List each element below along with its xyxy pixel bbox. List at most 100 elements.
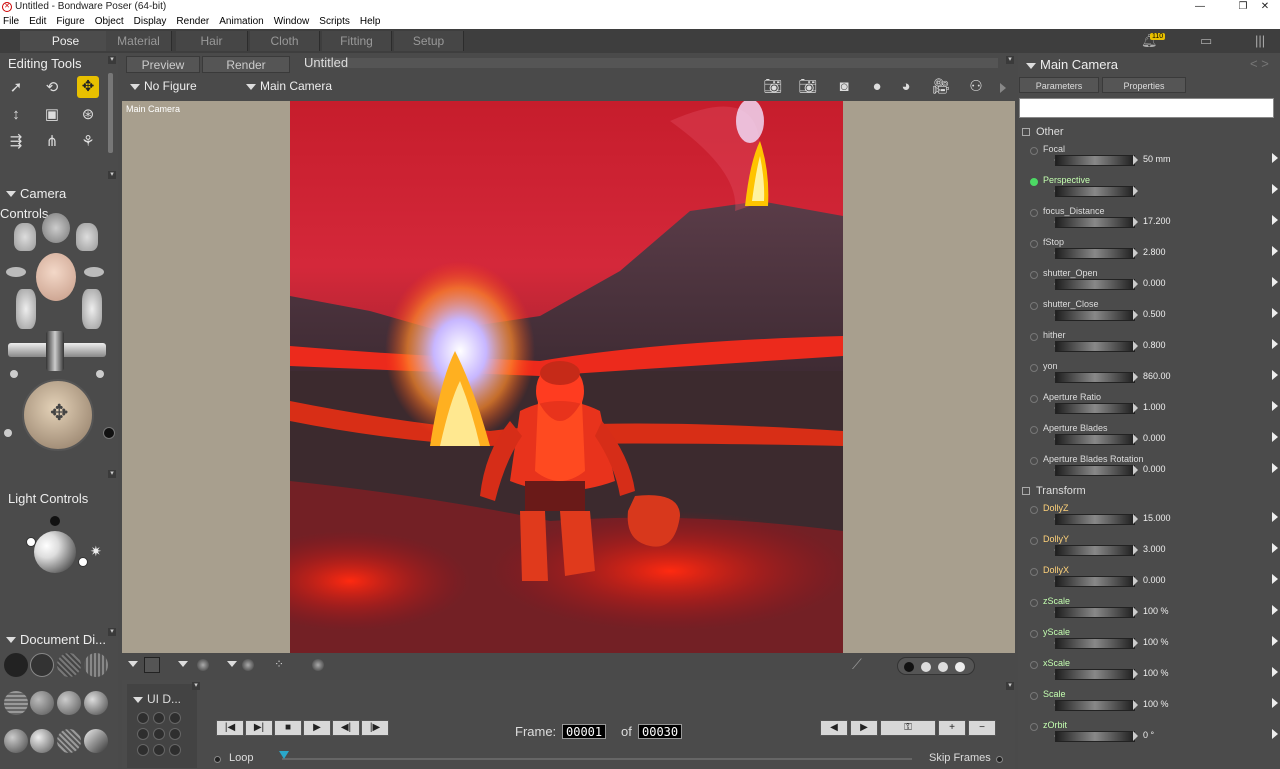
twist-tool-icon[interactable]: ⊛ <box>77 104 99 126</box>
group-other[interactable]: Other <box>1022 126 1064 138</box>
flat-shaded-style-icon[interactable] <box>30 691 54 715</box>
parameter-key-icon[interactable] <box>1030 302 1038 310</box>
increase-arrow-icon[interactable] <box>1133 514 1138 524</box>
ground-plane-icon[interactable] <box>144 657 160 673</box>
parameter-key-icon[interactable] <box>1030 364 1038 372</box>
parameter-value[interactable]: 0.000 <box>1143 278 1166 288</box>
memory-dot-icon[interactable] <box>169 728 181 740</box>
increase-arrow-icon[interactable] <box>1133 186 1138 196</box>
parameter-dial[interactable] <box>1055 576 1135 587</box>
parameter-menu-icon[interactable] <box>1272 698 1278 708</box>
parameter-dial[interactable] <box>1055 545 1135 556</box>
parameter-key-icon[interactable] <box>1030 457 1038 465</box>
hidden-line-style-icon[interactable] <box>84 653 108 677</box>
menu-scripts[interactable]: Scripts <box>319 14 350 29</box>
parameter-menu-icon[interactable] <box>1272 184 1278 194</box>
texture-shaded-style-icon[interactable] <box>4 729 28 753</box>
increase-arrow-icon[interactable] <box>1133 248 1138 258</box>
parameter-menu-icon[interactable] <box>1272 667 1278 677</box>
camera-key-left-icon[interactable] <box>6 267 26 277</box>
head-camera-icon[interactable] <box>42 213 70 243</box>
parameter-menu-icon[interactable] <box>1272 153 1278 163</box>
layout-switcher[interactable] <box>897 657 975 675</box>
increase-arrow-icon[interactable] <box>1133 669 1138 679</box>
movie-camera-icon[interactable]: 🎥︎ <box>930 78 952 96</box>
increase-arrow-icon[interactable] <box>1133 465 1138 475</box>
depth-cue-icon[interactable]: ⁘ <box>274 657 284 671</box>
dropdown-arrow-icon[interactable] <box>227 661 237 667</box>
render-dot-icon[interactable]: ● <box>866 78 888 96</box>
memory-dot-icon[interactable] <box>169 712 181 724</box>
parameter-key-icon[interactable] <box>1030 599 1038 607</box>
nav-arrows-icon[interactable]: < > <box>1250 56 1269 71</box>
parameter-value[interactable]: 2.800 <box>1143 247 1166 257</box>
tab-material[interactable]: Material <box>106 31 172 51</box>
select-tool-icon[interactable]: ➚ <box>5 77 27 99</box>
parameter-dial[interactable] <box>1055 434 1135 445</box>
tab-pose[interactable]: Pose <box>20 31 112 51</box>
memory-dot-icon[interactable] <box>169 744 181 756</box>
display-style-icon[interactable] <box>197 659 209 671</box>
parameter-value[interactable]: 0.000 <box>1143 464 1166 474</box>
element-style-icon[interactable] <box>242 659 254 671</box>
collapse-icon[interactable]: ▾ <box>1006 56 1014 64</box>
light-handle-icon[interactable] <box>78 557 88 567</box>
light-properties-icon[interactable]: ✷ <box>90 543 102 560</box>
dropdown-arrow-icon[interactable] <box>178 661 188 667</box>
collapse-arrow-icon[interactable] <box>6 637 16 643</box>
parameter-menu-icon[interactable] <box>1272 401 1278 411</box>
minimize-button[interactable]: — <box>1185 0 1215 14</box>
smooth-lined-style-icon[interactable] <box>30 729 54 753</box>
parameter-menu-icon[interactable] <box>1272 432 1278 442</box>
keyframes-button[interactable]: ⚿ <box>880 720 936 736</box>
parameter-value[interactable]: 100 % <box>1143 699 1169 709</box>
parameter-menu-icon[interactable] <box>1272 463 1278 473</box>
collapse-icon[interactable]: ▾ <box>108 171 116 179</box>
timeline-slider[interactable] <box>282 758 912 760</box>
dropdown-arrow-icon[interactable] <box>128 661 138 667</box>
parameter-dial[interactable] <box>1055 669 1135 680</box>
flythrough-camera-icon[interactable]: ⚇ <box>965 78 987 96</box>
memory-dots-grid[interactable] <box>137 712 185 760</box>
parameter-value[interactable]: 0 ° <box>1143 730 1154 740</box>
parameter-key-icon[interactable] <box>1030 630 1038 638</box>
parameter-value[interactable]: 100 % <box>1143 637 1169 647</box>
left-hand-camera-icon[interactable] <box>14 223 36 251</box>
increase-arrow-icon[interactable] <box>1133 607 1138 617</box>
tab-parameters[interactable]: Parameters <box>1019 77 1099 93</box>
tab-hair[interactable]: Hair <box>176 31 248 51</box>
parameter-value[interactable]: 100 % <box>1143 668 1169 678</box>
increase-arrow-icon[interactable] <box>1133 545 1138 555</box>
parameter-menu-icon[interactable] <box>1272 246 1278 256</box>
parameter-dial[interactable] <box>1055 403 1135 414</box>
camera-reset-icon[interactable] <box>103 427 115 439</box>
parameter-dial[interactable] <box>1055 514 1135 525</box>
preview-style-icon[interactable] <box>84 729 108 753</box>
parameter-key-icon[interactable] <box>1030 395 1038 403</box>
current-frame-field[interactable]: 00001 <box>562 724 607 739</box>
increase-arrow-icon[interactable] <box>1133 155 1138 165</box>
3d-viewport[interactable]: Main Camera <box>122 101 1015 653</box>
parameter-value[interactable]: 860.00 <box>1143 371 1171 381</box>
pen-icon[interactable]: ⟋ <box>852 656 862 673</box>
layout-dot-icon[interactable] <box>921 662 931 672</box>
chat-icon[interactable]: ▭ <box>1200 33 1212 49</box>
collapse-arrow-icon[interactable] <box>6 191 16 197</box>
tab-preview[interactable]: Preview <box>126 56 200 73</box>
parameter-dial[interactable] <box>1055 310 1135 321</box>
memory-dot-icon[interactable] <box>153 744 165 756</box>
camera-dropdown[interactable]: Main Camera <box>246 79 332 93</box>
increase-arrow-icon[interactable] <box>1133 434 1138 444</box>
memory-dot-icon[interactable] <box>153 728 165 740</box>
parameter-key-icon[interactable] <box>1030 723 1038 731</box>
library-icon[interactable]: ||| <box>1255 33 1265 49</box>
increase-arrow-icon[interactable] <box>1133 576 1138 586</box>
layout-dot-icon[interactable] <box>904 662 914 672</box>
layout-dot-icon[interactable] <box>938 662 948 672</box>
parameter-key-icon[interactable] <box>1030 692 1038 700</box>
parameter-dial[interactable] <box>1055 186 1135 197</box>
face-camera-icon[interactable]: ◙ <box>833 78 855 96</box>
outline-style-icon[interactable] <box>30 653 54 677</box>
scale-tool-icon[interactable]: ▣ <box>41 104 63 126</box>
rotate-tool-icon[interactable]: ⟲ <box>41 77 63 99</box>
